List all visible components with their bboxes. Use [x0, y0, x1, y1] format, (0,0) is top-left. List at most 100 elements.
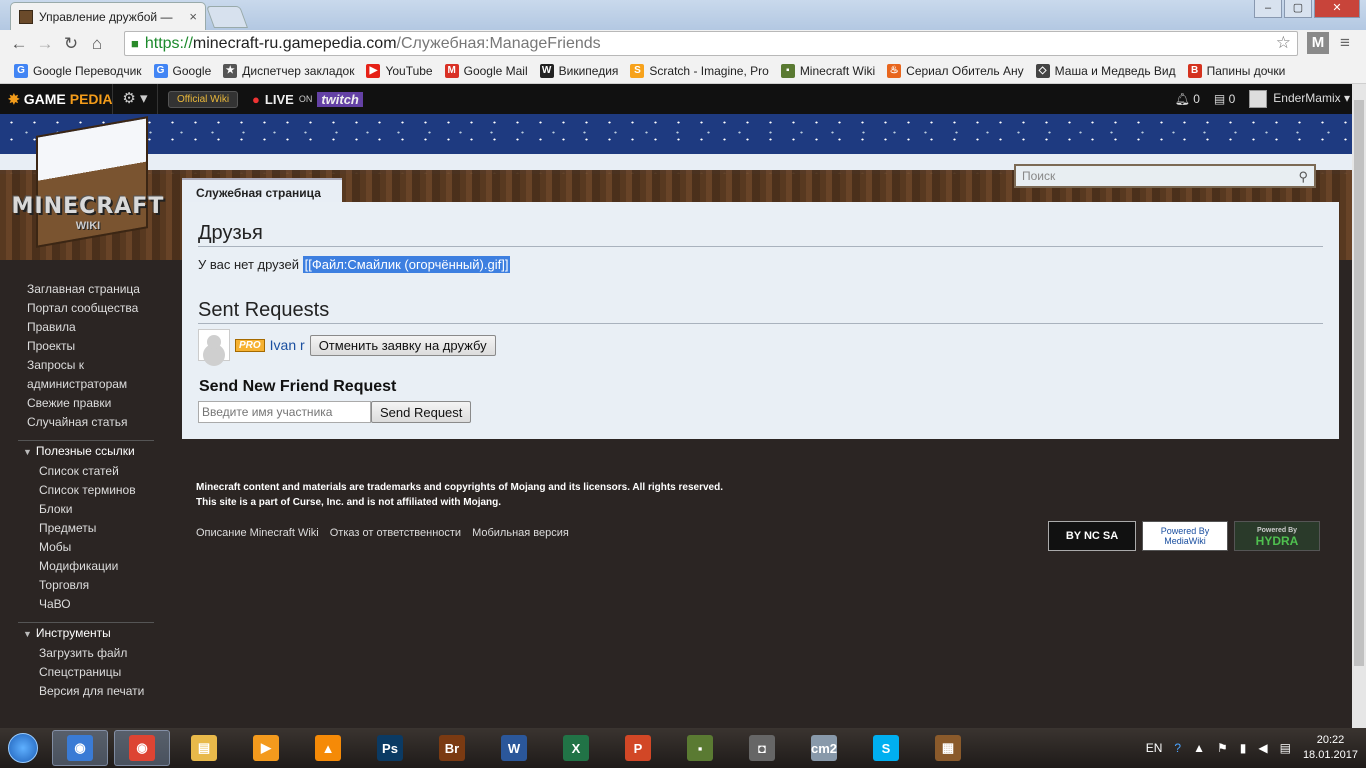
sidebar-item[interactable]: Модификации — [0, 557, 170, 576]
close-window-button[interactable]: ✕ — [1314, 0, 1360, 18]
windows-logo-icon — [8, 733, 38, 763]
taskbar-button[interactable]: P — [610, 730, 666, 766]
bookmark-item[interactable]: ▶ YouTube — [360, 63, 438, 78]
address-bar[interactable]: ■ https:// minecraft-ru.gamepedia.com /С… — [124, 31, 1298, 56]
sidebar-item[interactable]: Правила — [0, 318, 150, 337]
chevron-down-icon: ▾ — [1343, 91, 1350, 106]
sidebar-item[interactable]: Спецстраницы — [0, 663, 170, 682]
start-button[interactable] — [0, 728, 46, 768]
bookmark-item[interactable]: G Google — [148, 63, 218, 78]
sidebar-item[interactable]: Свежие правки — [0, 394, 150, 413]
footer-link[interactable]: Мобильная версия — [472, 527, 569, 539]
help-icon[interactable]: ? — [1174, 741, 1181, 755]
notifications[interactable]: 🔔︎ 0 — [1175, 92, 1200, 106]
sidebar-item[interactable]: Запросы к администраторам — [0, 356, 150, 394]
minimize-button[interactable]: – — [1254, 0, 1282, 18]
extension-icon[interactable]: M — [1307, 32, 1329, 54]
bookmark-star-icon[interactable]: ☆ — [1276, 33, 1291, 53]
taskbar-button[interactable]: ▦ — [920, 730, 976, 766]
messages[interactable]: ▤ 0 — [1214, 92, 1235, 106]
network-icon[interactable]: ▤ — [1280, 741, 1291, 755]
taskbar-button[interactable]: W — [486, 730, 542, 766]
search-input[interactable]: Поиск ⚲ — [1014, 164, 1316, 188]
live-on-twitch[interactable]: ● LIVE ON twitch — [252, 91, 363, 107]
flag-icon[interactable]: ⚑ — [1217, 741, 1228, 755]
taskbar-button[interactable]: ▶ — [238, 730, 294, 766]
footer-link[interactable]: Описание Minecraft Wiki — [196, 527, 319, 539]
taskbar-button[interactable]: S — [858, 730, 914, 766]
bookmark-item[interactable]: M Google Mail — [439, 63, 534, 78]
footer-link[interactable]: Отказ от ответственности — [330, 527, 461, 539]
bookmark-item[interactable]: ◇ Маша и Медведь Вид — [1030, 63, 1182, 78]
bookmarks-bar: G Google Переводчик G Google ★ Диспетчер закл… — [0, 58, 1366, 84]
taskbar-button[interactable]: ▤ — [176, 730, 232, 766]
tray-expand-icon[interactable]: ▲ — [1193, 741, 1205, 755]
bookmark-item[interactable]: B Папины дочки — [1182, 63, 1292, 78]
home-icon[interactable]: ⌂ — [84, 34, 110, 54]
taskbar-button[interactable]: ◘ — [734, 730, 790, 766]
username-input[interactable] — [198, 401, 371, 423]
language-indicator[interactable]: EN — [1146, 741, 1163, 755]
sidebar-item[interactable]: Блоки — [0, 500, 170, 519]
scrollbar[interactable] — [1352, 84, 1366, 730]
taskbar-button[interactable]: ◉ — [52, 730, 108, 766]
scrollbar-thumb[interactable] — [1354, 100, 1364, 666]
settings-gear-icon[interactable]: ⚙ ▾ — [112, 84, 158, 114]
sidebar-item[interactable]: Случайная статья — [0, 413, 150, 432]
mediawiki-badge[interactable]: Powered By MediaWiki — [1142, 521, 1228, 551]
taskbar-button[interactable]: Br — [424, 730, 480, 766]
gamepedia-logo[interactable]: ✸ GAME PEDIA — [0, 91, 113, 108]
taskbar-button[interactable]: ◉ — [114, 730, 170, 766]
request-username-link[interactable]: Ivan r — [270, 337, 305, 353]
creative-commons-badge[interactable]: BY NC SA — [1048, 521, 1136, 551]
taskbar-button[interactable]: Ps — [362, 730, 418, 766]
sidebar-item[interactable]: Мобы — [0, 538, 170, 557]
bookmark-item[interactable]: ▪ Minecraft Wiki — [775, 63, 881, 78]
search-icon[interactable]: ⚲ — [1298, 169, 1308, 185]
sidebar-item[interactable]: Версия для печати — [0, 682, 170, 701]
battery-icon[interactable]: ▮ — [1240, 741, 1247, 755]
sidebar-heading-tools[interactable]: ▼ Инструменты — [18, 622, 154, 644]
clock[interactable]: 20:22 18.01.2017 — [1303, 733, 1358, 763]
scratch-icon: S — [630, 63, 645, 78]
bookmark-item[interactable]: ★ Диспетчер закладок — [217, 63, 360, 78]
reload-icon[interactable]: ↻ — [58, 34, 84, 54]
tab-close-icon[interactable]: × — [189, 9, 197, 24]
media-player-icon: ▶ — [253, 735, 279, 761]
send-request-button[interactable]: Send Request — [371, 401, 472, 423]
sidebar-item[interactable]: Проекты — [0, 337, 150, 356]
sidebar-item[interactable]: Заглавная страница — [0, 280, 150, 299]
sidebar-item[interactable]: ЧаВО — [0, 595, 170, 614]
no-friends-label: У вас нет друзей — [198, 257, 299, 272]
taskbar-button[interactable]: X — [548, 730, 604, 766]
mediawiki-label: Powered By MediaWiki — [1160, 526, 1210, 546]
cancel-request-button[interactable]: Отменить заявку на дружбу — [309, 334, 496, 356]
official-wiki-badge[interactable]: Official Wiki — [168, 90, 239, 108]
on-label: ON — [298, 94, 313, 104]
taskbar-button[interactable]: ▪ — [672, 730, 728, 766]
sidebar-item[interactable]: Список статей — [0, 462, 170, 481]
maximize-button[interactable]: ▢ — [1284, 0, 1312, 18]
sidebar-heading-useful[interactable]: ▼ Полезные ссылки — [18, 440, 154, 462]
taskbar-button[interactable]: cm2 — [796, 730, 852, 766]
sidebar-item[interactable]: Предметы — [0, 519, 170, 538]
sidebar-item[interactable]: Список терминов — [0, 481, 170, 500]
wiki-logo[interactable]: MINECRAFT WIKI — [8, 116, 168, 250]
bookmark-item[interactable]: ♨ Сериал Обитель Ану — [881, 63, 1030, 78]
back-icon[interactable]: ← — [6, 34, 32, 54]
menu-icon[interactable]: ≡ — [1340, 33, 1350, 53]
hydra-badge[interactable]: Powered By HYDRA — [1234, 521, 1320, 551]
forward-icon[interactable]: → — [32, 34, 58, 54]
bookmark-item[interactable]: S Scratch - Imagine, Pro — [624, 63, 774, 78]
sidebar-item[interactable]: Загрузить файл — [0, 644, 170, 663]
volume-icon[interactable]: ◀ — [1258, 741, 1267, 755]
sidebar-item[interactable]: Торговля — [0, 576, 170, 595]
user-menu[interactable]: EnderMamix ▾ — [1249, 90, 1350, 108]
tab-special-page[interactable]: Служебная страница — [182, 178, 342, 202]
bookmark-item[interactable]: W Википедия — [534, 63, 625, 78]
minecraft-icon: ▪ — [687, 735, 713, 761]
sidebar-item[interactable]: Портал сообщества — [0, 299, 150, 318]
taskbar-button[interactable]: ▲ — [300, 730, 356, 766]
bookmark-item[interactable]: G Google Переводчик — [8, 63, 148, 78]
browser-tab[interactable]: Управление дружбой — × — [10, 2, 206, 30]
